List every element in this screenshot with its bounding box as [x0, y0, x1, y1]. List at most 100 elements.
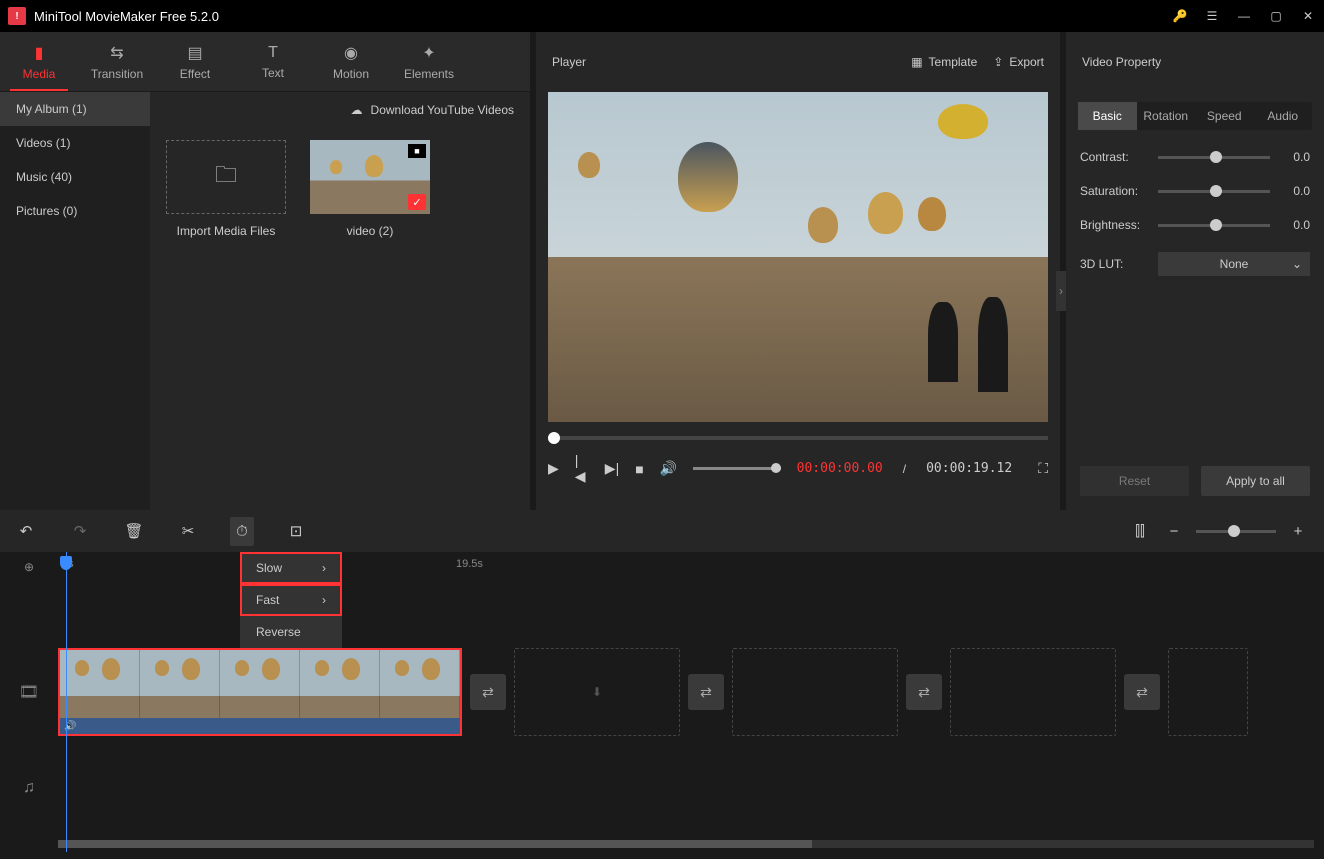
scrubber[interactable]	[548, 436, 1048, 440]
chevron-right-icon: ›	[322, 593, 326, 607]
prop-tab-basic[interactable]: Basic	[1078, 102, 1137, 130]
time-total: 00:00:19.12	[926, 461, 1012, 476]
speed-menu: Slow› Fast› Reverse	[240, 552, 342, 648]
tab-media[interactable]: ▮ Media	[0, 32, 78, 91]
media-panel: ▮ Media ⇆ Transition ▤ Effect T Text ◉ M…	[0, 32, 530, 510]
sidebar-item-music[interactable]: Music (40)	[0, 160, 150, 194]
zoom-out-button[interactable]: −	[1162, 523, 1186, 540]
prop-tab-audio[interactable]: Audio	[1254, 102, 1313, 130]
sidebar-item-album[interactable]: My Album (1)	[0, 92, 150, 126]
time-separator: /	[903, 462, 906, 476]
import-label: Import Media Files	[177, 224, 276, 238]
prop-tab-rotation[interactable]: Rotation	[1137, 102, 1196, 130]
export-button[interactable]: ⇪ Export	[993, 55, 1044, 69]
tab-label: Transition	[91, 67, 143, 81]
brightness-slider[interactable]	[1158, 224, 1270, 227]
video-clip[interactable]: 🔊	[58, 648, 462, 736]
import-media-button[interactable]: 🗀	[166, 140, 286, 214]
speed-slow-item[interactable]: Slow›	[240, 552, 342, 584]
add-track-button[interactable]: ⊕	[0, 552, 58, 582]
brightness-label: Brightness:	[1080, 218, 1148, 232]
time-current: 00:00:00.00	[797, 461, 883, 476]
transition-slot[interactable]: ⇄	[906, 674, 942, 710]
zoom-slider[interactable]	[1196, 530, 1276, 533]
collapse-panel-button[interactable]: ›	[1056, 271, 1066, 311]
folder-icon: 🗀	[215, 158, 237, 196]
saturation-label: Saturation:	[1080, 184, 1148, 198]
download-icon: ☁	[351, 103, 363, 117]
volume-icon[interactable]: 🔊	[660, 460, 677, 477]
sidebar-item-videos[interactable]: Videos (1)	[0, 126, 150, 160]
app-title: MiniTool MovieMaker Free 5.2.0	[34, 9, 1172, 24]
timeline-scrollbar[interactable]	[58, 840, 1314, 848]
tab-label: Effect	[180, 67, 210, 81]
sidebar-item-pictures[interactable]: Pictures (0)	[0, 194, 150, 228]
stop-button[interactable]: ■	[635, 461, 643, 477]
effect-icon: ▤	[187, 43, 202, 63]
transition-slot[interactable]: ⇄	[1124, 674, 1160, 710]
redo-button[interactable]: ↷	[68, 522, 92, 540]
saturation-slider[interactable]	[1158, 190, 1270, 193]
tab-effect[interactable]: ▤ Effect	[156, 32, 234, 91]
export-icon: ⇪	[993, 55, 1003, 69]
play-button[interactable]: ▶	[548, 460, 559, 477]
next-frame-button[interactable]: ▶|	[605, 460, 619, 477]
reset-button[interactable]: Reset	[1080, 466, 1189, 496]
audio-track[interactable]	[58, 740, 1324, 836]
video-track[interactable]: 🔊 ⇄ ⬇ ⇄ ⇄ ⇄	[58, 644, 1324, 740]
thumbnail-label: video (2)	[347, 224, 394, 238]
check-icon: ✓	[408, 194, 426, 210]
playhead[interactable]	[66, 552, 67, 852]
properties-panel: › Video Property Basic Rotation Speed Au…	[1066, 32, 1324, 510]
prop-tab-speed[interactable]: Speed	[1195, 102, 1254, 130]
saturation-value: 0.0	[1280, 184, 1310, 198]
speed-reverse-item[interactable]: Reverse	[240, 616, 342, 648]
brightness-value: 0.0	[1280, 218, 1310, 232]
video-preview[interactable]	[548, 92, 1048, 422]
tab-label: Text	[262, 66, 284, 80]
media-thumbnail[interactable]: ■ ✓	[310, 140, 430, 214]
apply-all-button[interactable]: Apply to all	[1201, 466, 1310, 496]
speed-button[interactable]: ⏱	[230, 517, 254, 546]
tab-motion[interactable]: ◉ Motion	[312, 32, 390, 91]
crop-button[interactable]: ⊡	[284, 522, 308, 540]
empty-clip-slot[interactable]	[732, 648, 898, 736]
transition-slot[interactable]: ⇄	[470, 674, 506, 710]
video-type-icon: ■	[408, 144, 426, 158]
transition-slot[interactable]: ⇄	[688, 674, 724, 710]
tab-label: Media	[23, 67, 56, 81]
empty-clip-slot[interactable]	[1168, 648, 1248, 736]
license-key-icon[interactable]: 🔑	[1172, 8, 1188, 24]
delete-button[interactable]: 🗑	[122, 522, 146, 540]
tab-elements[interactable]: ✦ Elements	[390, 32, 468, 91]
volume-slider[interactable]	[693, 467, 781, 470]
menu-icon[interactable]: ☰	[1204, 8, 1220, 24]
fit-zoom-button[interactable]: ⫿⫿	[1128, 523, 1152, 540]
speed-fast-item[interactable]: Fast›	[240, 584, 342, 616]
tab-text[interactable]: T Text	[234, 32, 312, 91]
template-button[interactable]: ▦ Template	[911, 55, 977, 69]
download-youtube-link[interactable]: Download YouTube Videos	[371, 103, 514, 117]
media-categories: My Album (1) Videos (1) Music (40) Pictu…	[0, 92, 150, 510]
close-icon[interactable]: ✕	[1300, 8, 1316, 24]
empty-clip-slot[interactable]: ⬇	[514, 648, 680, 736]
contrast-slider[interactable]	[1158, 156, 1270, 159]
add-clip-icon: ⬇	[592, 685, 602, 699]
split-button[interactable]: ✂	[176, 522, 200, 540]
lut-dropdown[interactable]: None	[1158, 252, 1310, 276]
undo-button[interactable]: ↶	[14, 522, 38, 540]
tool-tabs: ▮ Media ⇆ Transition ▤ Effect T Text ◉ M…	[0, 32, 530, 92]
maximize-icon[interactable]: ▢	[1268, 8, 1284, 24]
video-track-icon: 🎞	[0, 644, 58, 740]
prev-frame-button[interactable]: |◀	[575, 452, 589, 485]
tab-label: Motion	[333, 67, 369, 81]
zoom-in-button[interactable]: +	[1286, 523, 1310, 540]
tab-transition[interactable]: ⇆ Transition	[78, 32, 156, 91]
app-logo-icon: !	[8, 7, 26, 25]
contrast-label: Contrast:	[1080, 150, 1148, 164]
fullscreen-button[interactable]: ⛶	[1038, 460, 1048, 477]
lut-label: 3D LUT:	[1080, 257, 1148, 271]
minimize-icon[interactable]: —	[1236, 8, 1252, 24]
titlebar: ! MiniTool MovieMaker Free 5.2.0 🔑 ☰ — ▢…	[0, 0, 1324, 32]
empty-clip-slot[interactable]	[950, 648, 1116, 736]
